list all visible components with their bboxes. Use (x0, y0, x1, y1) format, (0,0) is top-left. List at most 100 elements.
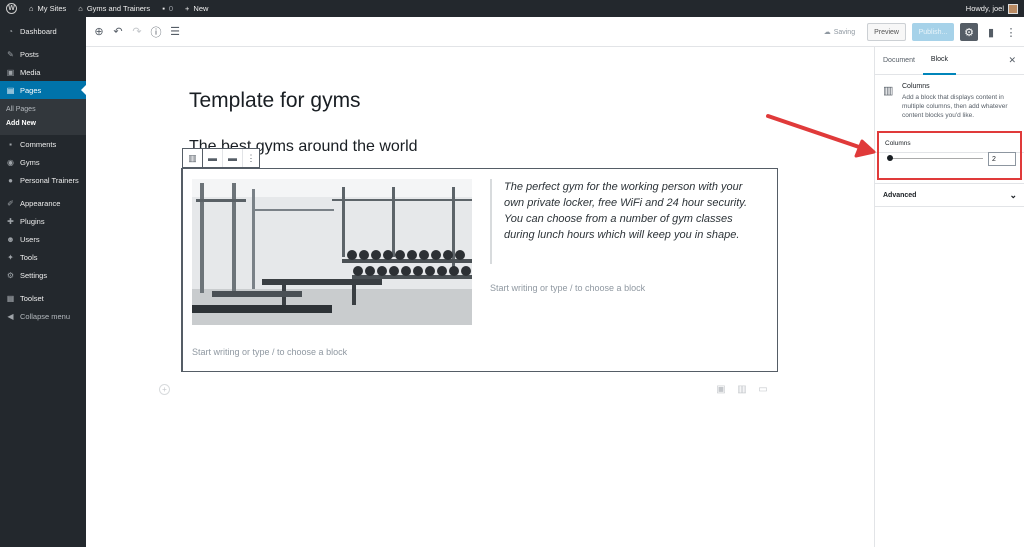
greeting: Howdy, joel (965, 4, 1004, 13)
columns-icon: ▥ (883, 85, 894, 97)
block-toolbar: ▥ ▬ ▬ ⋮ (182, 148, 260, 168)
block-card-title: Columns (902, 83, 930, 90)
sidebar-item-settings[interactable]: ⚙ Settings (0, 266, 86, 284)
users-icon: ☻ (6, 234, 15, 244)
sidebar-item-label: Media (20, 67, 41, 77)
plug-icon: ✚ (7, 216, 14, 226)
settings-gear-icon[interactable]: ⚙ (960, 23, 978, 41)
columns-block-icon[interactable]: ▥ (736, 383, 748, 395)
trainers-icon: ● (8, 175, 13, 185)
sidebar-item-label: Appearance (20, 198, 61, 208)
sidebar-item-plugins[interactable]: ✚ Plugins (0, 212, 86, 230)
tab-block[interactable]: Block (922, 47, 957, 75)
my-sites-menu[interactable]: ⌂ My Sites (23, 0, 72, 17)
admin-bar: W ⌂ My Sites ⌂ Gyms and Trainers ▪ 0 + N… (0, 0, 1024, 17)
columns-range-track[interactable] (889, 158, 983, 159)
block-card-description: Add a block that displays content in mul… (902, 94, 1008, 119)
plus-icon: + (185, 4, 190, 13)
account-menu[interactable]: Howdy, joel (965, 3, 1024, 14)
align-middle-icon[interactable]: ▬ (223, 149, 243, 167)
sidebar-item-posts[interactable]: ✎ Posts (0, 45, 86, 63)
sidebar-item-label: Pages (20, 85, 42, 95)
tab-document[interactable]: Document (875, 47, 923, 75)
sidebar-item-label: Dashboard (20, 26, 57, 36)
brush-icon: ✐ (7, 198, 14, 208)
pin-icon: ✎ (7, 49, 14, 59)
post-title[interactable]: Template for gyms (189, 89, 361, 113)
wp-logo-menu[interactable]: W (0, 0, 23, 17)
settings-sidebar: Document Block ✕ ▥ Columns Add a block t… (874, 47, 1024, 547)
comments-menu[interactable]: ▪ 0 (156, 0, 179, 17)
sidebar-item-label: Toolset (20, 293, 44, 303)
chevron-down-icon: ⌄ (1009, 189, 1017, 200)
block-more-icon[interactable]: ⋮ (243, 149, 259, 167)
sidebar-item-media[interactable]: ▣ Media (0, 63, 86, 81)
advanced-panel-toggle[interactable]: Advanced ⌄ (875, 183, 1024, 207)
editor-canvas: Template for gyms The best gyms around t… (86, 47, 874, 547)
sidebar-item-users[interactable]: ☻ Users (0, 230, 86, 248)
submenu-all-pages[interactable]: All Pages (0, 102, 86, 116)
quote-block[interactable]: The perfect gym for the working person w… (490, 179, 755, 264)
pages-icon: ▤ (6, 85, 15, 95)
sidebar-item-label: Gyms (20, 157, 40, 167)
sidebar-item-tools[interactable]: ✦ Tools (0, 248, 86, 266)
sidebar-item-personal-trainers[interactable]: ● Personal Trainers (0, 171, 86, 189)
columns-setting-panel: Columns 2 (877, 131, 1022, 180)
close-icon[interactable]: ✕ (1008, 55, 1016, 66)
sidebar-item-label: Collapse menu (20, 311, 71, 321)
advanced-label: Advanced (883, 191, 917, 199)
dashboard-icon: ◔ (8, 26, 13, 36)
align-top-icon[interactable]: ▬ (203, 149, 223, 167)
columns-switcher-icon[interactable]: ▥ (183, 149, 203, 167)
paragraph-placeholder-bottom[interactable]: Start writing or type / to choose a bloc… (192, 347, 347, 357)
sidebar-collapse-menu[interactable]: ◀ Collapse menu (0, 307, 86, 325)
quick-inserter: ▣ ▥ ▭ (715, 383, 769, 395)
home-icon: ⌂ (78, 4, 83, 13)
sidebar-item-appearance[interactable]: ✐ Appearance (0, 194, 86, 212)
redo-icon[interactable]: ↷ (129, 24, 145, 40)
columns-block[interactable]: The perfect gym for the working person w… (181, 168, 778, 372)
more-options-icon[interactable]: ⋮ (1004, 23, 1018, 41)
image-block-icon[interactable]: ▣ (715, 383, 727, 395)
gym-image[interactable] (192, 179, 472, 325)
settings-tabs: Document Block ✕ (875, 47, 1024, 75)
toolset-plugin-icon[interactable]: ▮ (984, 23, 998, 41)
gyms-icon: ◉ (7, 157, 14, 167)
outline-icon[interactable]: ☰ (167, 24, 183, 40)
preview-button[interactable]: Preview (867, 23, 906, 41)
pages-submenu: All Pages Add New (0, 99, 86, 135)
my-sites-label: My Sites (37, 4, 67, 13)
sidebar-item-label: Plugins (20, 216, 45, 226)
sidebar-item-comments[interactable]: ▪ Comments (0, 135, 86, 153)
gym-photo-graphic (192, 179, 472, 325)
sidebar-item-label: Comments (20, 139, 57, 149)
comments-count: 0 (168, 4, 174, 13)
sidebar-item-gyms[interactable]: ◉ Gyms (0, 153, 86, 171)
publish-button[interactable]: Publish... (912, 23, 954, 41)
media-text-block-icon[interactable]: ▭ (757, 383, 769, 395)
columns-count-input[interactable]: 2 (988, 152, 1016, 166)
info-icon[interactable]: ⓘ (148, 24, 164, 40)
sidebar-item-toolset[interactable]: ▦ Toolset (0, 289, 86, 307)
toolset-icon: ▦ (6, 293, 15, 303)
paragraph-placeholder-right[interactable]: Start writing or type / to choose a bloc… (490, 283, 645, 293)
new-content-menu[interactable]: + New (179, 0, 214, 17)
add-block-icon[interactable]: ⊕ (91, 24, 107, 40)
saving-label: Saving (833, 28, 856, 36)
admin-sidebar: ◔ Dashboard ✎ Posts ▣ Media ▤ Pages All … (0, 17, 86, 547)
columns-range-handle[interactable] (887, 155, 893, 161)
sidebar-item-pages[interactable]: ▤ Pages (0, 81, 86, 99)
submenu-add-new[interactable]: Add New (0, 116, 86, 130)
media-icon: ▣ (6, 67, 15, 77)
comment-bubble-icon: ▪ (162, 4, 165, 13)
site-name-menu[interactable]: ⌂ Gyms and Trainers (72, 0, 156, 17)
collapse-icon: ◀ (7, 311, 14, 321)
undo-icon[interactable]: ↶ (110, 24, 126, 40)
comments-icon: ▪ (9, 139, 12, 149)
columns-label: Columns (885, 140, 911, 147)
sidebar-item-dashboard[interactable]: ◔ Dashboard (0, 22, 86, 40)
inline-inserter-icon[interactable]: + (159, 384, 170, 395)
sidebar-item-label: Tools (20, 252, 38, 262)
saving-status: ☁ Saving (824, 28, 856, 37)
editor-header: ⊕ ↶ ↷ ⓘ ☰ ☁ Saving Preview Publish... ⚙ … (86, 17, 1024, 47)
